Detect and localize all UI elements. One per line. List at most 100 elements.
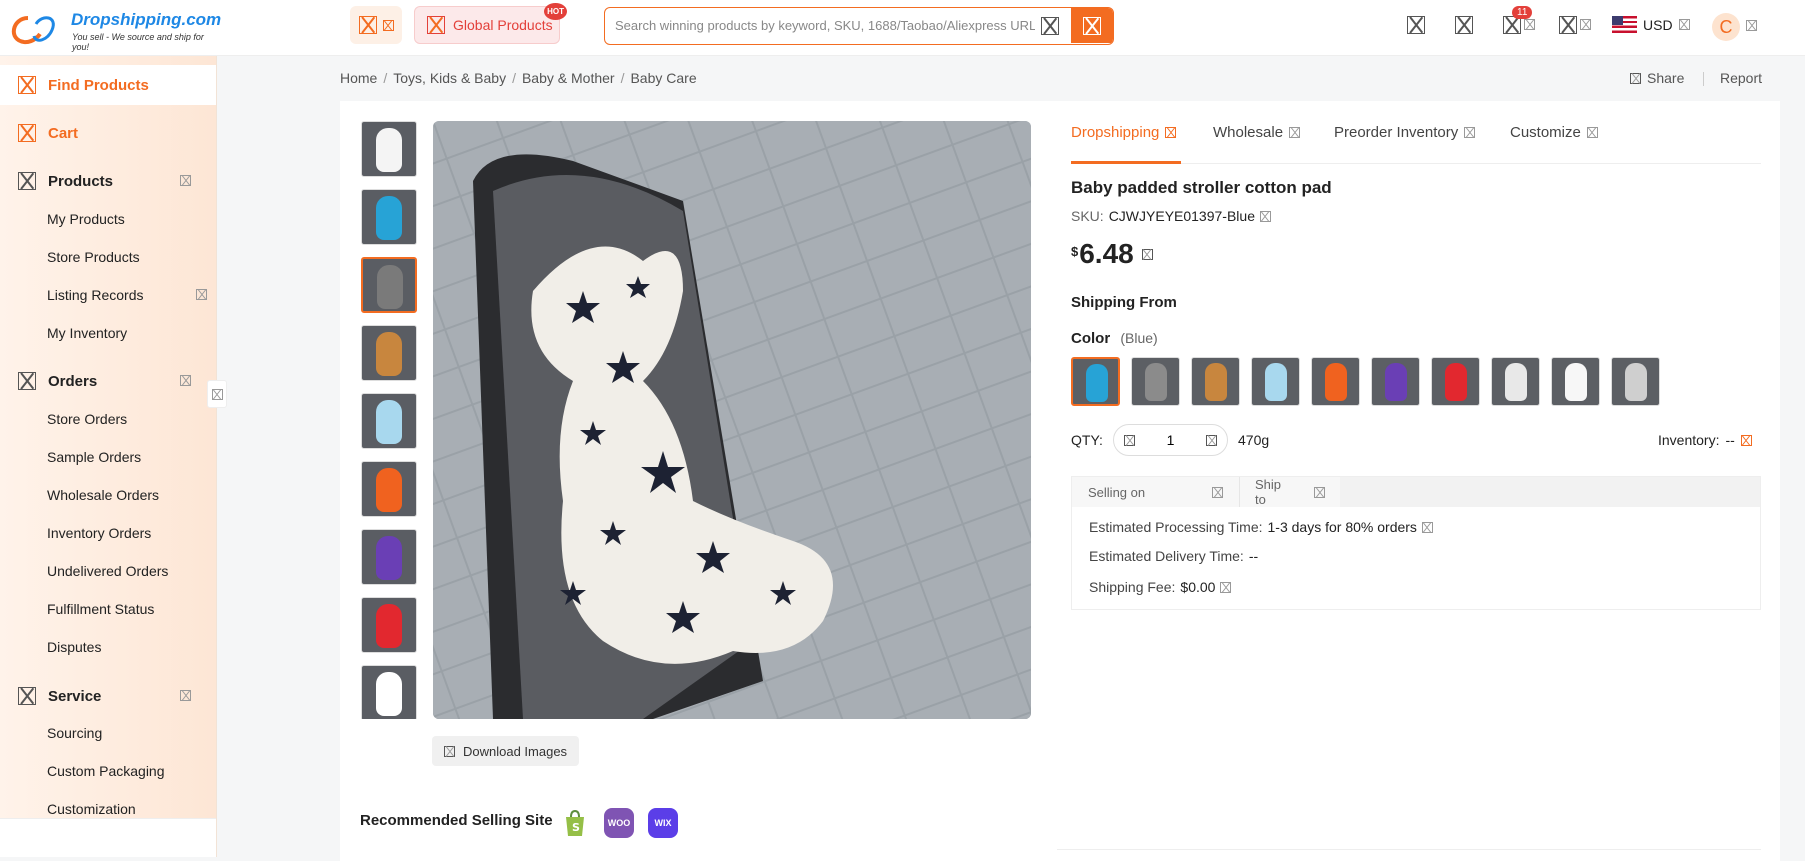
thumbnail[interactable] [361, 665, 417, 719]
swatch-white-star[interactable] [1491, 357, 1540, 406]
price-info-icon[interactable] [1141, 248, 1153, 260]
thumbnail[interactable] [361, 393, 417, 449]
sidebar-item-customization[interactable]: Customization [47, 801, 136, 817]
trending-icon [358, 16, 377, 34]
breadcrumb-baby-mother[interactable]: Baby & Mother [522, 70, 615, 86]
info-icon [1289, 127, 1301, 138]
svg-text:S: S [572, 821, 580, 834]
processing-info-icon[interactable] [1421, 521, 1433, 533]
download-images-button[interactable]: Download Images [432, 736, 580, 766]
sidebar-item-products[interactable]: Products [0, 161, 216, 201]
ship-to-select[interactable]: Ship to [1240, 477, 1340, 507]
swatch-red[interactable] [1431, 357, 1480, 406]
sidebar-item-find-products[interactable]: Find Products [0, 65, 216, 105]
thumbnail-pad [376, 332, 402, 376]
sidebar-item-inventory-orders[interactable]: Inventory Orders [47, 525, 151, 541]
tab-label: Dropshipping [1071, 124, 1160, 141]
tab-label: Customize [1510, 124, 1581, 141]
thumbnail-selected[interactable] [361, 257, 417, 313]
notification-icon[interactable] [1455, 16, 1473, 34]
tab-preorder-inventory[interactable]: Preorder Inventory [1334, 124, 1476, 141]
chat-icon[interactable] [1407, 16, 1425, 34]
avatar-letter: C [1719, 16, 1733, 37]
minus-icon[interactable] [1124, 434, 1135, 446]
breadcrumb-home[interactable]: Home [340, 70, 377, 86]
divider [1057, 849, 1761, 850]
wix-icon[interactable]: WIX [648, 808, 678, 838]
sidebar-item-wholesale-orders[interactable]: Wholesale Orders [47, 487, 159, 503]
tab-wholesale[interactable]: Wholesale [1213, 124, 1301, 141]
sidebar-item-my-inventory[interactable]: My Inventory [47, 325, 127, 341]
site-logo[interactable]: Dropshipping.com You sell - We source an… [6, 6, 221, 52]
thumbnail-pad [376, 128, 402, 172]
swatch-grey[interactable] [1131, 357, 1180, 406]
thumbnail[interactable] [361, 325, 417, 381]
report-button[interactable]: Report [1720, 70, 1762, 86]
swatch-brown[interactable] [1191, 357, 1240, 406]
copy-icon[interactable] [1259, 210, 1271, 222]
swatch-pad [1445, 363, 1467, 401]
swatch-purple[interactable] [1371, 357, 1420, 406]
sidebar-item-store-products[interactable]: Store Products [47, 249, 140, 265]
breadcrumb-toys[interactable]: Toys, Kids & Baby [393, 70, 506, 86]
plus-icon[interactable] [1206, 434, 1217, 446]
swatch-light-blue[interactable] [1251, 357, 1300, 406]
thumbnail[interactable] [361, 121, 417, 177]
language-icon[interactable] [1559, 16, 1577, 34]
sidebar-item-cart[interactable]: Cart [0, 113, 216, 153]
inventory-info-icon[interactable] [1740, 434, 1752, 446]
sku-row: SKU: CJWJYEYE01397-Blue [1071, 208, 1271, 224]
sidebar-item-my-products[interactable]: My Products [47, 211, 125, 227]
sidebar-item-fulfillment-status[interactable]: Fulfillment Status [47, 601, 154, 617]
sidebar-item-orders[interactable]: Orders [0, 361, 216, 401]
service-icon [18, 687, 36, 705]
fee-value: $0.00 [1180, 579, 1216, 595]
cart-icon [18, 124, 36, 142]
stroller-pad-image [433, 121, 1031, 719]
thumbnail[interactable] [361, 461, 417, 517]
tab-dropshipping[interactable]: Dropshipping [1071, 124, 1177, 141]
sidebar-item-disputes[interactable]: Disputes [47, 639, 101, 655]
trending-button[interactable] [350, 6, 402, 44]
sidebar-collapse-button[interactable] [207, 380, 227, 408]
tab-label: Wholesale [1213, 124, 1284, 141]
fee-info-icon[interactable] [1220, 581, 1232, 593]
sidebar-item-store-orders[interactable]: Store Orders [47, 411, 127, 427]
breadcrumb-baby-care[interactable]: Baby Care [630, 70, 696, 86]
share-button[interactable]: Share [1630, 70, 1684, 86]
breadcrumb-separator: / [512, 70, 516, 86]
dropdown-icon [382, 19, 394, 31]
cart-dropdown-icon [1524, 19, 1535, 30]
account-dropdown-icon [1746, 20, 1757, 31]
currency-label: USD [1643, 16, 1673, 33]
recommended-selling-site-label: Recommended Selling Site [360, 812, 553, 829]
avatar[interactable]: C [1712, 13, 1740, 41]
woocommerce-icon[interactable]: WOO [604, 808, 634, 838]
global-products-button[interactable]: Global Products HOT [414, 3, 567, 44]
sidebar-item-listing-records[interactable]: Listing Records [47, 287, 144, 303]
swatch-plaid[interactable] [1611, 357, 1660, 406]
sidebar-item-sourcing[interactable]: Sourcing [47, 725, 102, 741]
quantity-input[interactable] [1150, 432, 1191, 448]
search-input[interactable] [615, 8, 1035, 43]
swatch-blue[interactable] [1071, 357, 1120, 406]
tab-customize[interactable]: Customize [1510, 124, 1598, 141]
shipping-box: Selling on Ship to Estimated Processing … [1071, 476, 1761, 610]
search-button[interactable] [1071, 8, 1113, 43]
ship-to-label: Ship to [1255, 477, 1282, 507]
currency-selector[interactable]: USD [1612, 16, 1690, 33]
language-dropdown-icon [1580, 19, 1591, 30]
sidebar-item-service[interactable]: Service [0, 676, 216, 716]
swatch-white[interactable] [1551, 357, 1600, 406]
sidebar-item-custom-packaging[interactable]: Custom Packaging [47, 763, 165, 779]
main-product-image[interactable] [433, 121, 1031, 719]
shopify-icon[interactable]: S [560, 808, 590, 838]
sidebar-item-sample-orders[interactable]: Sample Orders [47, 449, 141, 465]
thumbnail[interactable] [361, 597, 417, 653]
selling-on-select[interactable]: Selling on [1072, 477, 1240, 507]
thumbnail[interactable] [361, 529, 417, 585]
image-search-icon[interactable] [1041, 17, 1059, 35]
sidebar-item-undelivered-orders[interactable]: Undelivered Orders [47, 563, 168, 579]
thumbnail[interactable] [361, 189, 417, 245]
swatch-orange[interactable] [1311, 357, 1360, 406]
